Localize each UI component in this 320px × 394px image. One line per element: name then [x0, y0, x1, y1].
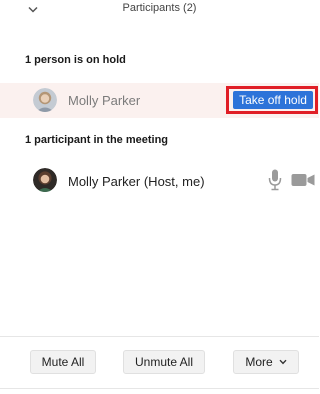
avatar [33, 88, 57, 112]
participants-panel: Participants (2) 1 person is on hold Mol… [0, 0, 319, 394]
microphone-icon[interactable] [268, 169, 282, 191]
footer-divider [0, 336, 319, 337]
participant-name: Molly Parker (Host, me) [68, 174, 205, 189]
bottom-divider [0, 388, 319, 389]
avatar-image [33, 168, 57, 192]
panel-header: Participants (2) [0, 0, 319, 22]
take-off-hold-button[interactable]: Take off hold [233, 91, 313, 109]
video-camera-icon[interactable] [291, 173, 315, 187]
more-button-label: More [245, 355, 273, 369]
unmute-all-button[interactable]: Unmute All [123, 350, 205, 374]
chevron-down-icon [279, 359, 287, 365]
panel-title: Participants (2) [122, 2, 197, 14]
avatar-image [33, 88, 57, 112]
in-meeting-section-title: 1 participant in the meeting [25, 134, 169, 146]
mute-all-button[interactable]: Mute All [30, 350, 96, 374]
avatar [33, 168, 57, 192]
on-hold-participant-name: Molly Parker [68, 93, 141, 108]
on-hold-section-title: 1 person is on hold [25, 54, 126, 66]
more-button[interactable]: More [233, 350, 299, 374]
